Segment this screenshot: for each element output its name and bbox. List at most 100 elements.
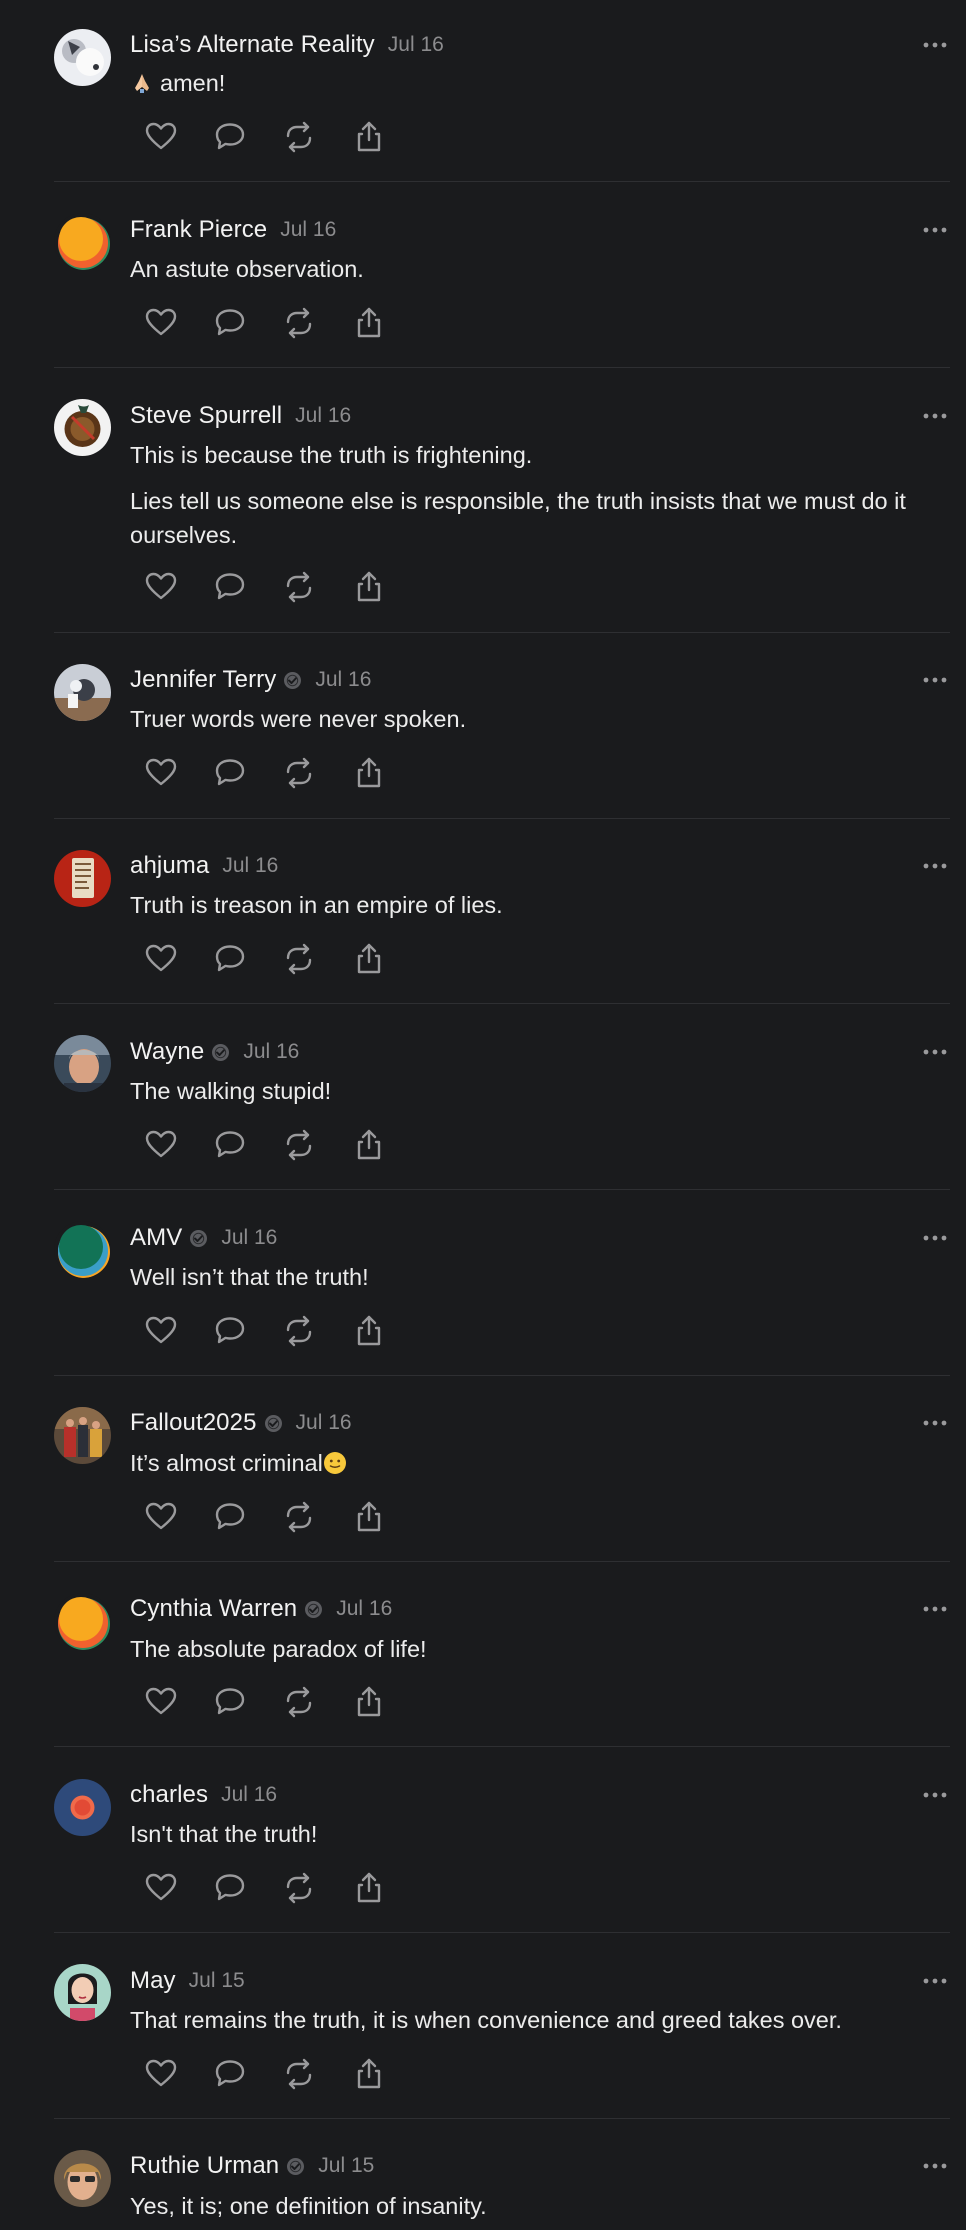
- author-name[interactable]: Fallout2025: [130, 1409, 257, 1437]
- timestamp[interactable]: Jul 16: [336, 1597, 392, 1621]
- comment-icon[interactable]: [211, 940, 249, 978]
- timestamp[interactable]: Jul 16: [221, 1783, 277, 1807]
- share-icon[interactable]: [350, 1498, 388, 1536]
- more-options-icon[interactable]: [920, 1415, 950, 1431]
- avatar[interactable]: [54, 664, 111, 721]
- more-options-icon[interactable]: [920, 2158, 950, 2174]
- author-name[interactable]: Ruthie Urman: [130, 2152, 279, 2180]
- post-paragraph: It’s almost criminal: [130, 1446, 948, 1480]
- share-icon[interactable]: [350, 754, 388, 792]
- timestamp[interactable]: Jul 16: [243, 1040, 299, 1064]
- timestamp[interactable]: Jul 16: [296, 1411, 352, 1435]
- share-icon[interactable]: [350, 1683, 388, 1721]
- author-name[interactable]: Jennifer Terry: [130, 666, 276, 694]
- repost-icon[interactable]: [280, 1869, 318, 1907]
- share-icon[interactable]: [350, 568, 388, 606]
- author-name[interactable]: Frank Pierce: [130, 216, 267, 244]
- share-icon[interactable]: [350, 304, 388, 342]
- avatar[interactable]: [54, 1221, 111, 1278]
- post-actions: [130, 118, 430, 158]
- comment-icon[interactable]: [211, 1312, 249, 1350]
- more-options-icon[interactable]: [920, 1787, 950, 1803]
- heart-icon[interactable]: [142, 754, 180, 792]
- heart-icon[interactable]: [142, 2055, 180, 2093]
- post-actions: [130, 304, 430, 344]
- avatar[interactable]: [54, 850, 111, 907]
- author-name[interactable]: Lisa’s Alternate Reality: [130, 31, 375, 59]
- slight-smile-emoji: [323, 1451, 347, 1475]
- timestamp[interactable]: Jul 16: [222, 854, 278, 878]
- more-options-icon[interactable]: [920, 858, 950, 874]
- avatar[interactable]: [54, 1035, 111, 1092]
- share-icon[interactable]: [350, 1869, 388, 1907]
- avatar[interactable]: [54, 1779, 111, 1836]
- more-options-icon[interactable]: [920, 1973, 950, 1989]
- author-name[interactable]: Steve Spurrell: [130, 402, 282, 430]
- timestamp[interactable]: Jul 15: [318, 2154, 374, 2178]
- author-name[interactable]: ahjuma: [130, 852, 209, 880]
- author-name[interactable]: May: [130, 1967, 176, 1995]
- comment-icon[interactable]: [211, 568, 249, 606]
- repost-icon[interactable]: [280, 568, 318, 606]
- comment-icon[interactable]: [211, 1869, 249, 1907]
- post-actions: [130, 2055, 430, 2095]
- timestamp[interactable]: Jul 16: [388, 33, 444, 57]
- share-icon[interactable]: [350, 1126, 388, 1164]
- author-name[interactable]: Wayne: [130, 1038, 204, 1066]
- author-name[interactable]: Cynthia Warren: [130, 1595, 297, 1623]
- repost-icon[interactable]: [280, 1312, 318, 1350]
- heart-icon[interactable]: [142, 940, 180, 978]
- author-name[interactable]: charles: [130, 1781, 208, 1809]
- timestamp[interactable]: Jul 16: [221, 1226, 277, 1250]
- avatar[interactable]: [54, 2150, 111, 2207]
- repost-icon[interactable]: [280, 1126, 318, 1164]
- more-options-icon[interactable]: [920, 672, 950, 688]
- repost-icon[interactable]: [280, 304, 318, 342]
- share-icon[interactable]: [350, 2055, 388, 2093]
- heart-icon[interactable]: [142, 304, 180, 342]
- timestamp[interactable]: Jul 16: [280, 218, 336, 242]
- avatar[interactable]: [54, 1593, 111, 1650]
- avatar[interactable]: [54, 1407, 111, 1464]
- heart-icon[interactable]: [142, 568, 180, 606]
- heart-icon[interactable]: [142, 1869, 180, 1907]
- repost-icon[interactable]: [280, 1683, 318, 1721]
- more-options-icon[interactable]: [920, 37, 950, 53]
- post-header: Wayne Jul 16: [130, 1037, 299, 1067]
- share-icon[interactable]: [350, 118, 388, 156]
- share-icon[interactable]: [350, 1312, 388, 1350]
- author-name[interactable]: AMV: [130, 1224, 182, 1252]
- more-options-icon[interactable]: [920, 408, 950, 424]
- heart-icon[interactable]: [142, 1683, 180, 1721]
- repost-icon[interactable]: [280, 118, 318, 156]
- timestamp[interactable]: Jul 16: [295, 404, 351, 428]
- avatar[interactable]: [54, 399, 111, 456]
- avatar[interactable]: [54, 29, 111, 86]
- comment-icon[interactable]: [211, 2055, 249, 2093]
- post-actions: [130, 940, 430, 980]
- repost-icon[interactable]: [280, 1498, 318, 1536]
- comment-icon[interactable]: [211, 1683, 249, 1721]
- heart-icon[interactable]: [142, 118, 180, 156]
- repost-icon[interactable]: [280, 754, 318, 792]
- post-text: amen!: [160, 70, 226, 96]
- avatar[interactable]: [54, 213, 111, 270]
- timestamp[interactable]: Jul 15: [189, 1969, 245, 1993]
- more-options-icon[interactable]: [920, 1044, 950, 1060]
- comment-icon[interactable]: [211, 754, 249, 792]
- heart-icon[interactable]: [142, 1126, 180, 1164]
- avatar[interactable]: [54, 1964, 111, 2021]
- comment-icon[interactable]: [211, 118, 249, 156]
- timestamp[interactable]: Jul 16: [315, 668, 371, 692]
- share-icon[interactable]: [350, 940, 388, 978]
- more-options-icon[interactable]: [920, 1601, 950, 1617]
- heart-icon[interactable]: [142, 1312, 180, 1350]
- comment-icon[interactable]: [211, 1126, 249, 1164]
- repost-icon[interactable]: [280, 2055, 318, 2093]
- heart-icon[interactable]: [142, 1498, 180, 1536]
- more-options-icon[interactable]: [920, 1230, 950, 1246]
- repost-icon[interactable]: [280, 940, 318, 978]
- comment-icon[interactable]: [211, 1498, 249, 1536]
- comment-icon[interactable]: [211, 304, 249, 342]
- more-options-icon[interactable]: [920, 222, 950, 238]
